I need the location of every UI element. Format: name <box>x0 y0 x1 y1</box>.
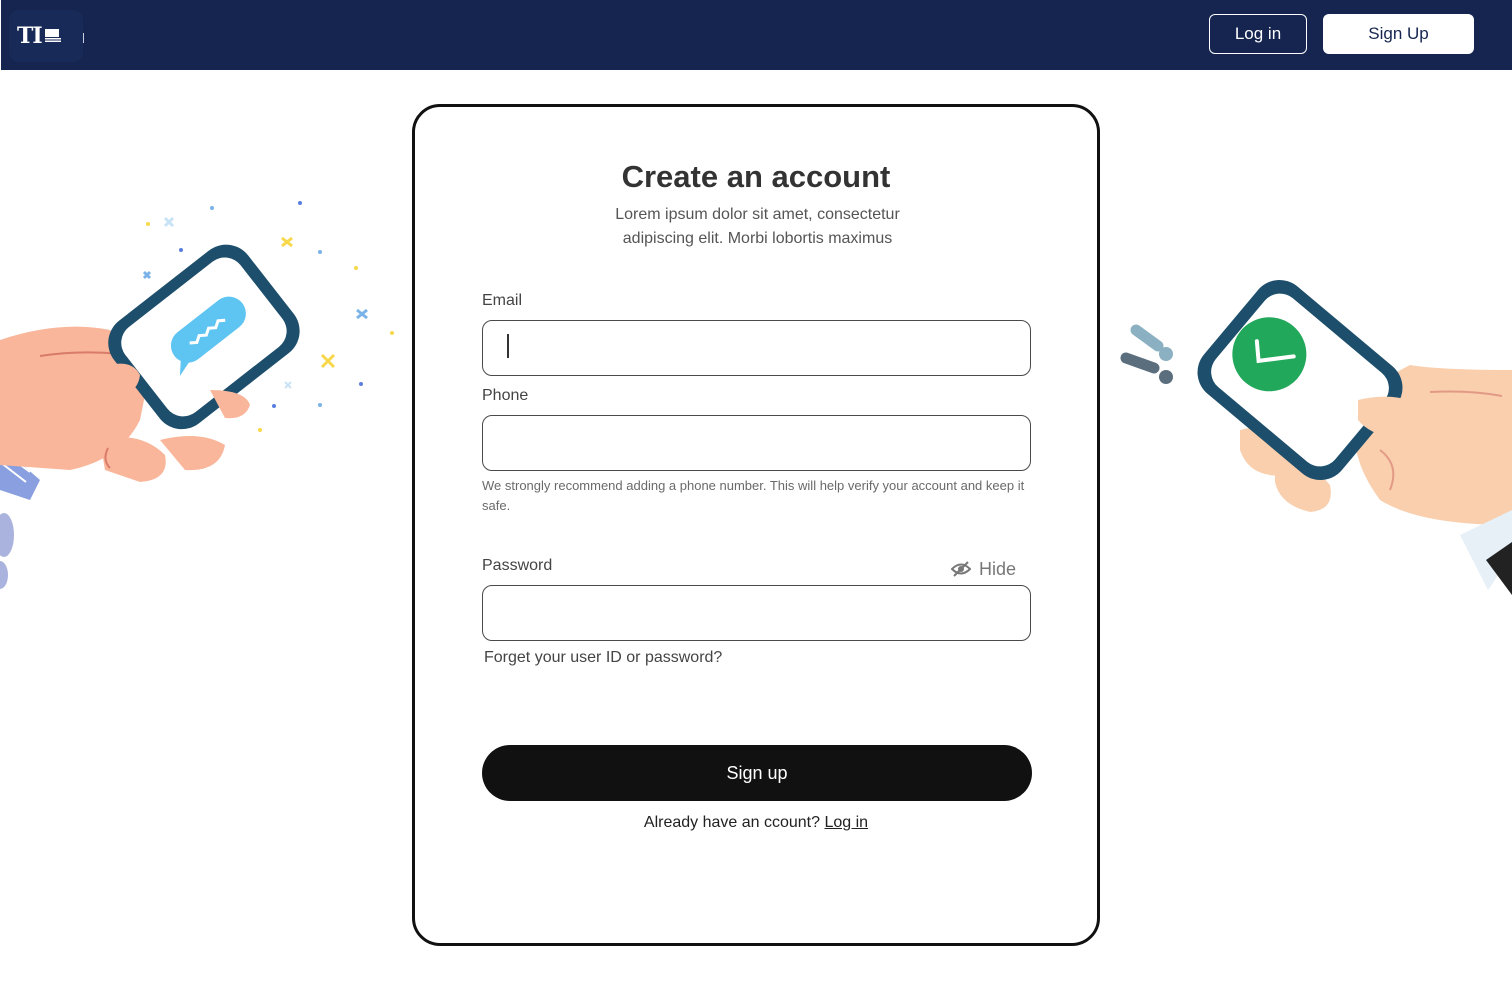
password-visibility-toggle[interactable]: Hide <box>951 557 1016 581</box>
signup-submit-button[interactable]: Sign up <box>482 745 1032 801</box>
password-label: Password <box>482 557 553 574</box>
phone-message-illustration <box>0 201 394 589</box>
page-subtitle: Lorem ipsum dolor sit amet, consectetur … <box>615 206 900 247</box>
signup-card: Create an account Lorem ipsum dolor sit … <box>412 104 1100 946</box>
email-label: Email <box>482 292 523 309</box>
text-cursor <box>507 334 509 358</box>
phone-check-illustration <box>1120 279 1512 595</box>
phone-label: Phone <box>482 387 529 404</box>
phone-field[interactable] <box>482 415 1031 471</box>
login-prompt: Already have an ccount? Log in <box>415 814 1097 832</box>
forgot-credentials-link[interactable]: Forget your user ID or password? <box>484 649 722 667</box>
eye-slash-icon <box>951 561 971 577</box>
logo-mark-icon <box>44 29 61 42</box>
page-title: Create an account <box>621 159 891 194</box>
login-link[interactable]: Log in <box>824 814 868 831</box>
logo-divider <box>83 33 84 43</box>
phone-helper-text: We strongly recommend adding a phone num… <box>482 478 1025 513</box>
logo-text: TI <box>17 23 43 49</box>
login-prompt-text: Already have an ccount? <box>643 814 821 831</box>
top-navigation-bar: TI Log in Sign Up <box>1 0 1512 70</box>
brand-logo[interactable]: TI <box>9 10 83 62</box>
header-signup-button[interactable]: Sign Up <box>1323 14 1474 54</box>
email-field[interactable] <box>482 320 1031 376</box>
hide-label: Hide <box>979 558 1017 579</box>
header-login-button[interactable]: Log in <box>1209 14 1307 54</box>
password-field[interactable] <box>482 585 1031 641</box>
